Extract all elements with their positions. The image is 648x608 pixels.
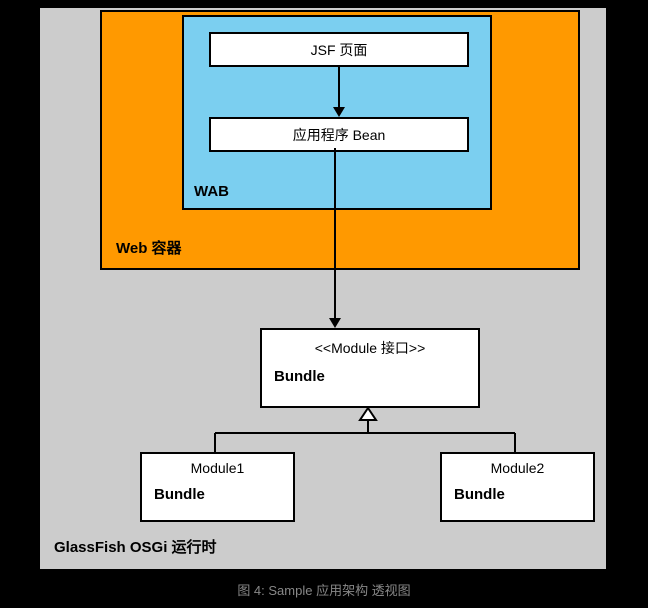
glassfish-osgi-container: JSF 页面 应用程序 Bean WAB Web 容器 <<Module 接口>… (38, 6, 608, 571)
app-bean-box: 应用程序 Bean (209, 117, 469, 152)
wab-box: JSF 页面 应用程序 Bean WAB (182, 15, 492, 210)
web-container: JSF 页面 应用程序 Bean WAB Web 容器 (100, 10, 580, 270)
wab-label: WAB (194, 183, 229, 200)
figure-caption: 图 4: Sample 应用架构 透视图 (0, 580, 648, 599)
glassfish-label: GlassFish OSGi 运行时 (54, 536, 217, 557)
module2-bundle-label: Bundle (454, 486, 581, 503)
jsf-page-label: JSF 页面 (311, 40, 368, 60)
module2-name: Module2 (454, 460, 581, 476)
module-interface-bundle: <<Module 接口>> Bundle (260, 328, 480, 408)
bundle-interface-label: Bundle (274, 368, 466, 385)
module1-box: Module1 Bundle (140, 452, 295, 522)
module-stereotype: <<Module 接口>> (274, 338, 466, 358)
arrow-modules-to-bundle (40, 408, 610, 458)
module1-name: Module1 (154, 460, 281, 476)
jsf-page-box: JSF 页面 (209, 32, 469, 67)
app-bean-label: 应用程序 Bean (293, 125, 386, 145)
module2-box: Module2 Bundle (440, 452, 595, 522)
module1-bundle-label: Bundle (154, 486, 281, 503)
web-container-label: Web 容器 (116, 237, 182, 258)
arrow-jsf-to-bean (338, 67, 340, 117)
arrow-bean-to-bundle (334, 148, 336, 328)
